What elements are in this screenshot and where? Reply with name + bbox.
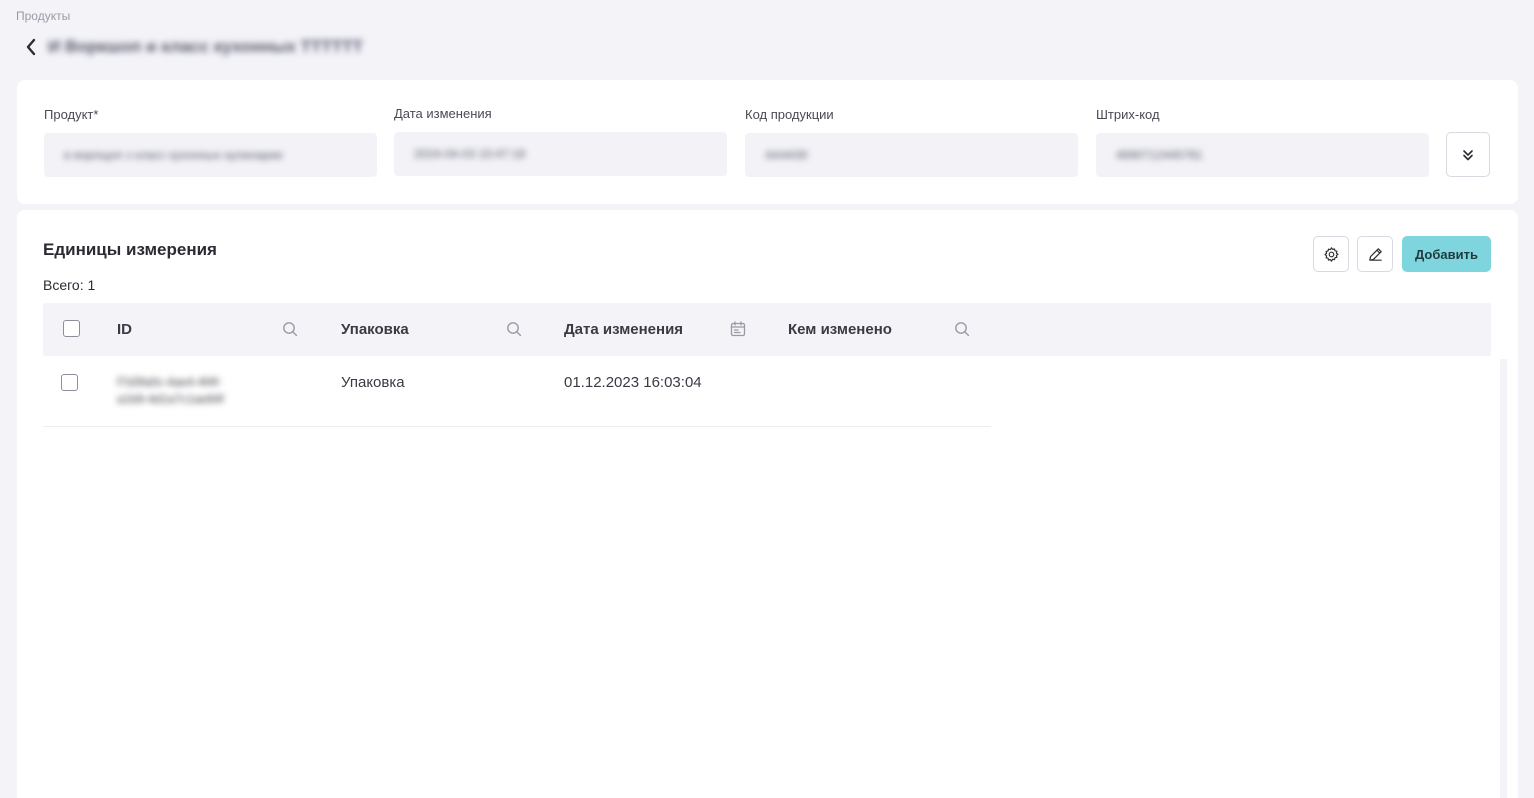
column-header-modified-by[interactable]: Кем изменено	[788, 303, 892, 356]
row-id-line: a1b9-4d1a7c1ae84f	[117, 392, 224, 406]
gear-icon	[1323, 246, 1339, 262]
search-icon[interactable]	[953, 320, 971, 338]
row-package: Упаковка	[341, 374, 405, 391]
field-label: Дата изменения	[394, 106, 492, 121]
field-product-code: Код продукции АА4430	[745, 107, 1078, 177]
title-row: И Воркшоп и класс кухонных ТТТТТТ	[22, 34, 363, 60]
chevrons-down-icon	[1463, 149, 1473, 160]
column-header-id[interactable]: ID	[117, 303, 132, 356]
settings-button[interactable]	[1313, 236, 1349, 272]
column-header-package[interactable]: Упаковка	[341, 303, 409, 356]
expand-button[interactable]	[1446, 132, 1490, 177]
product-input[interactable]: в ворлщоп з класс кухонных кулинарии	[44, 133, 377, 177]
row-id: f7d3fa0c-4ae4-4f4f- a1b9-4d1a7c1ae84f	[117, 374, 224, 408]
row-modified-date: 01.12.2023 16:03:04	[564, 374, 702, 391]
pencil-icon	[1368, 247, 1382, 261]
calendar-icon[interactable]	[729, 320, 747, 338]
field-product: Продукт* в ворлщоп з класс кухонных кули…	[44, 107, 377, 177]
table-row[interactable]: f7d3fa0c-4ae4-4f4f- a1b9-4d1a7c1ae84f Уп…	[43, 356, 991, 427]
back-button[interactable]	[22, 36, 40, 58]
table-header: ID Упаковка Дата изменения Кем изменено	[43, 303, 1491, 356]
edit-button[interactable]	[1357, 236, 1393, 272]
search-icon[interactable]	[281, 320, 299, 338]
row-id-line: f7d3fa0c-4ae4-4f4f-	[117, 375, 222, 389]
row-checkbox[interactable]	[61, 374, 78, 391]
field-value: 4690712445781	[1116, 148, 1203, 162]
chevron-left-icon	[26, 38, 36, 56]
select-all-checkbox[interactable]	[63, 320, 80, 337]
units-card: Единицы измерения Всего: 1 Добавить ID У…	[17, 210, 1518, 798]
field-barcode: Штрих-код 4690712445781	[1096, 107, 1429, 177]
product-card: Продукт* в ворлщоп з класс кухонных кули…	[17, 80, 1518, 204]
breadcrumb[interactable]: Продукты	[16, 9, 70, 23]
product-code-input[interactable]: АА4430	[745, 133, 1078, 177]
add-button[interactable]: Добавить	[1402, 236, 1491, 272]
search-icon[interactable]	[505, 320, 523, 338]
column-header-modified-date[interactable]: Дата изменения	[564, 303, 683, 356]
page-title: И Воркшоп и класс кухонных ТТТТТТ	[48, 37, 363, 56]
field-label: Код продукции	[745, 107, 834, 122]
scrollbar[interactable]	[1500, 359, 1507, 798]
units-table: ID Упаковка Дата изменения Кем изменено	[43, 303, 1491, 427]
field-value: АА4430	[765, 148, 808, 162]
modified-date-input[interactable]: 2024-04-03 10:47:18	[394, 132, 727, 176]
field-label: Штрих-код	[1096, 107, 1160, 122]
barcode-input[interactable]: 4690712445781	[1096, 133, 1429, 177]
field-modified-date: Дата изменения 2024-04-03 10:47:18	[394, 106, 727, 176]
field-value: в ворлщоп з класс кухонных кулинарии	[64, 148, 283, 162]
field-label: Продукт*	[44, 107, 99, 122]
total-count: Всего: 1	[43, 277, 96, 293]
field-value: 2024-04-03 10:47:18	[414, 147, 526, 161]
section-title: Единицы измерения	[43, 240, 217, 259]
